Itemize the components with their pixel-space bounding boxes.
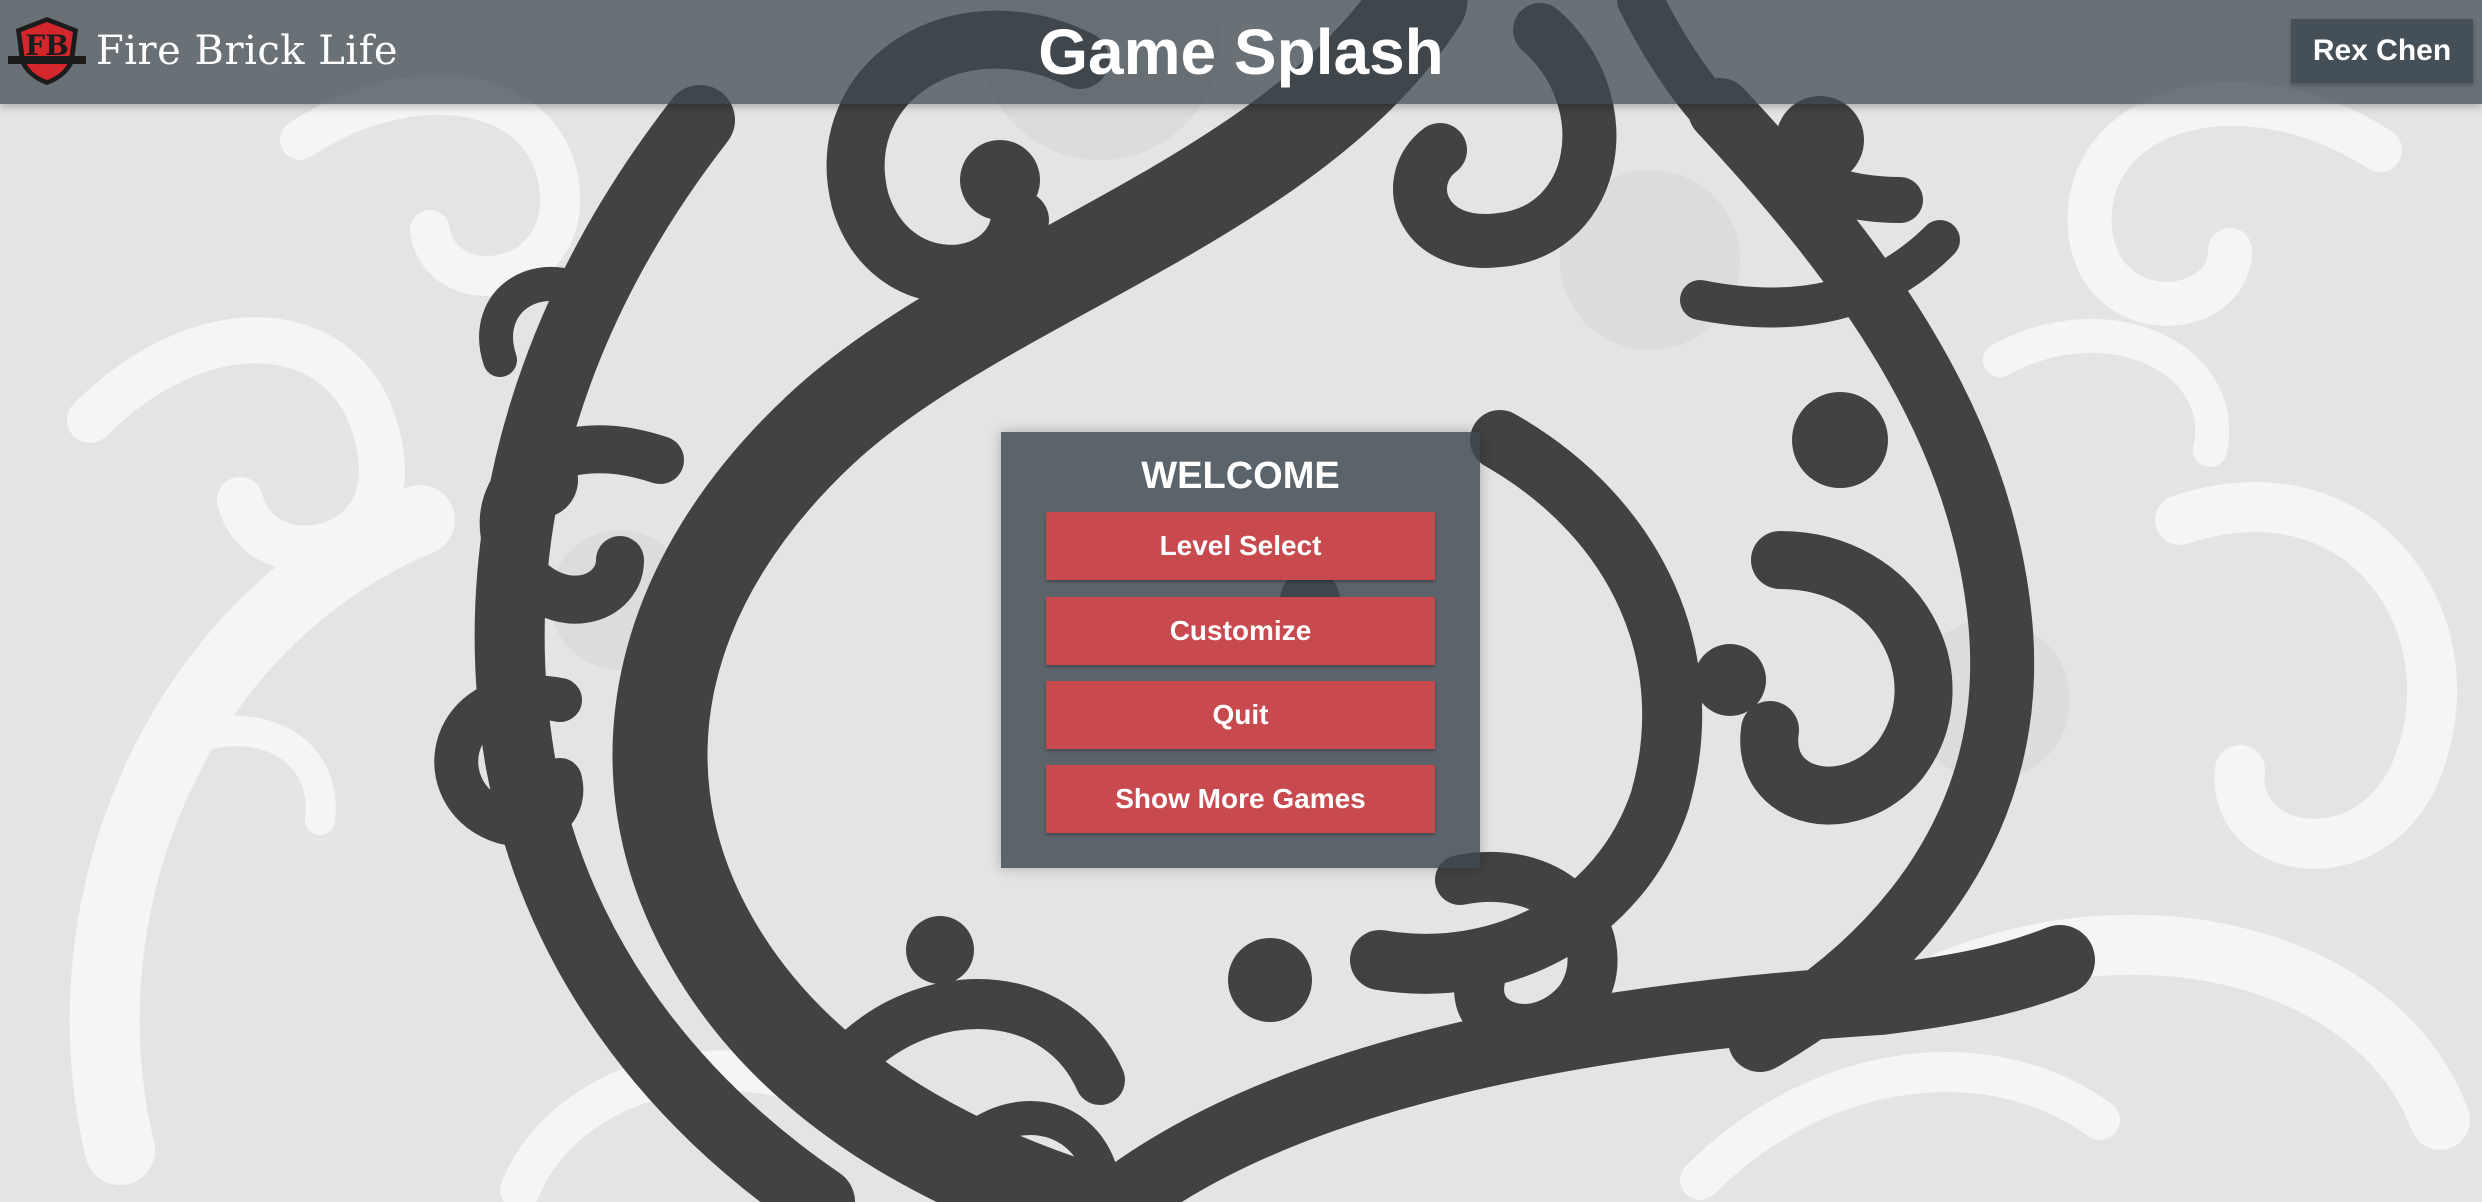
brand[interactable]: FB Fire Brick Life [8, 15, 398, 87]
top-bar: FB Fire Brick Life Game Splash Rex Chen [0, 0, 2482, 104]
game-splash-screen: FB Fire Brick Life Game Splash Rex Chen … [0, 0, 2482, 1202]
show-more-games-button[interactable]: Show More Games [1046, 765, 1435, 833]
fire-brick-shield-logo-icon: FB [8, 17, 86, 85]
menu-title: WELCOME [1141, 455, 1340, 497]
user-account-button[interactable]: Rex Chen [2291, 19, 2473, 83]
quit-button[interactable]: Quit [1046, 681, 1435, 749]
level-select-button[interactable]: Level Select [1046, 512, 1435, 580]
brand-name: Fire Brick Life [96, 28, 399, 74]
svg-text:FB: FB [25, 29, 69, 62]
page-title: Game Splash [1038, 16, 1444, 88]
welcome-menu-panel: WELCOME Level Select Customize Quit Show… [1001, 432, 1480, 868]
customize-button[interactable]: Customize [1046, 597, 1435, 665]
